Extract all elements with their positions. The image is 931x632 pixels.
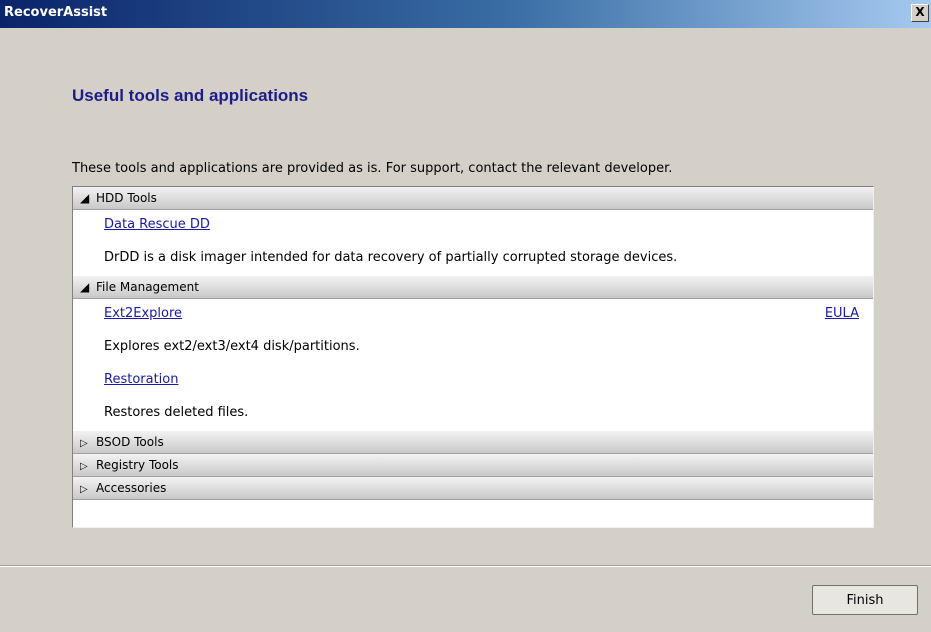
group-label: File Management xyxy=(96,280,199,294)
page-heading: Useful tools and applications xyxy=(72,86,309,105)
collapsed-triangle-icon: ▷ xyxy=(80,461,88,472)
group-header-file-management[interactable]: ◢ File Management xyxy=(73,276,873,299)
link-ext2explore-row: Ext2Explore EULA xyxy=(73,299,873,329)
footer-divider xyxy=(0,565,931,567)
tools-list-panel: ◢ HDD Tools Data Rescue DD DrDD is a disk… xyxy=(72,186,874,528)
group-header-bsod-tools[interactable]: ▷ BSOD Tools xyxy=(73,431,873,454)
group-header-accessories[interactable]: ▷ Accessories xyxy=(73,477,873,500)
close-button[interactable]: X xyxy=(911,4,929,22)
group-label: Accessories xyxy=(96,481,167,495)
expanded-triangle-icon: ◢ xyxy=(80,280,90,294)
group-label: BSOD Tools xyxy=(96,435,164,449)
group-label: HDD Tools xyxy=(96,191,157,205)
link-data-rescue-dd[interactable]: Data Rescue DD xyxy=(73,210,873,240)
collapsed-triangle-icon: ▷ xyxy=(80,484,88,495)
item-description: Explores ext2/ext3/ext4 disk/partitions. xyxy=(104,339,360,354)
item-description: DrDD is a disk imager intended for data … xyxy=(104,250,678,265)
collapsed-triangle-icon: ▷ xyxy=(80,438,88,449)
group-header-hdd-tools[interactable]: ◢ HDD Tools xyxy=(73,187,873,210)
link-restoration[interactable]: Restoration xyxy=(73,365,873,395)
expanded-triangle-icon: ◢ xyxy=(80,191,90,205)
finish-button[interactable]: Finish xyxy=(812,585,918,615)
link-eula[interactable]: EULA xyxy=(825,299,859,329)
intro-text: These tools and applications are provide… xyxy=(72,161,673,176)
link-ext2explore[interactable]: Ext2Explore xyxy=(104,306,182,321)
item-description: Restores deleted files. xyxy=(104,405,249,420)
group-header-registry-tools[interactable]: ▷ Registry Tools xyxy=(73,454,873,477)
window-title: RecoverAssist xyxy=(4,5,108,20)
title-bar: RecoverAssist X xyxy=(0,0,931,28)
group-label: Registry Tools xyxy=(96,458,179,472)
